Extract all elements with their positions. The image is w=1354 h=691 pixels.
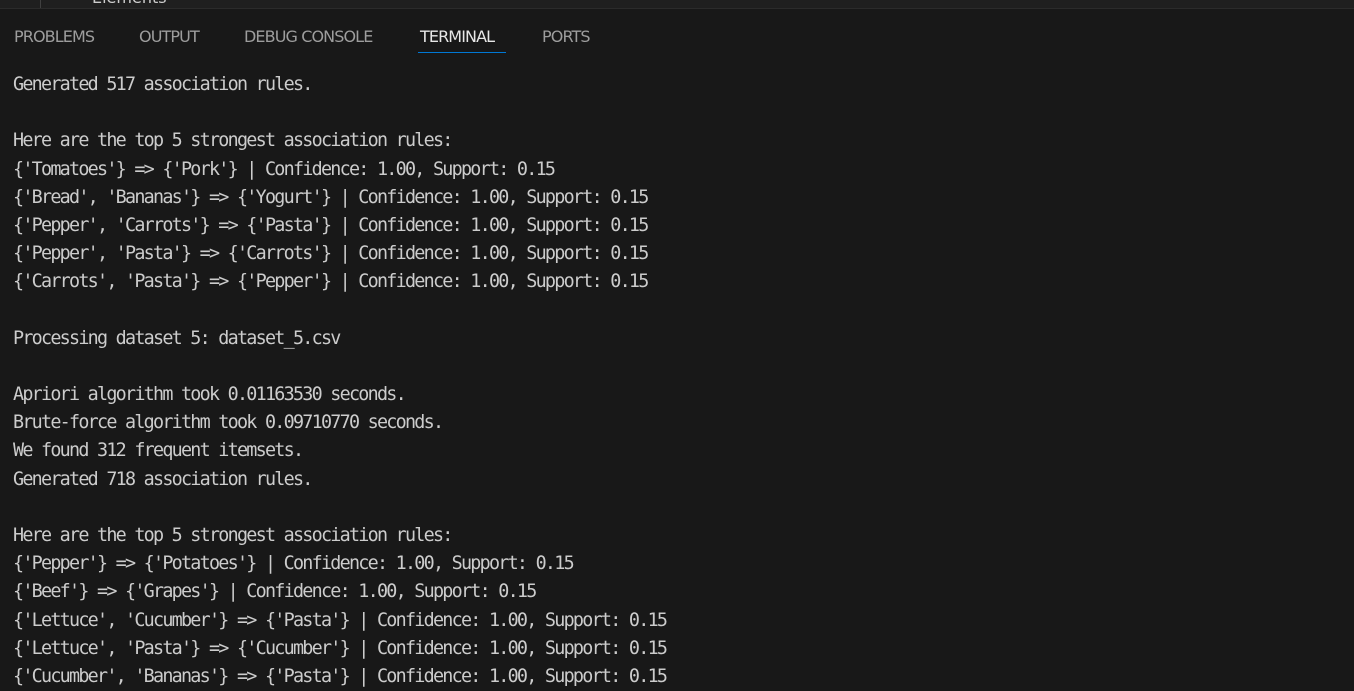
terminal-line: Apriori algorithm took 0.01163530 second… bbox=[13, 384, 407, 406]
terminal-line: Here are the top 5 strongest association… bbox=[13, 525, 453, 546]
terminal-line: Brute-force algorithm took 0.09710770 se… bbox=[13, 412, 444, 434]
terminal-line: {'Beef'} => {'Grapes'} | Confidence: 1.0… bbox=[13, 581, 537, 603]
terminal-line: {'Pepper', 'Pasta'} => {'Carrots'} | Con… bbox=[13, 243, 649, 265]
terminal-line: {'Bread', 'Bananas'} => {'Yogurt'} | Con… bbox=[13, 186, 649, 208]
terminal-line: We found 312 frequent itemsets. bbox=[13, 440, 304, 462]
terminal-line: {'Carrots', 'Pasta'} => {'Pepper'} | Con… bbox=[13, 271, 649, 293]
terminal-line: Generated 718 association rules. bbox=[13, 468, 313, 490]
tab-terminal[interactable]: TERMINAL bbox=[420, 27, 495, 47]
panel-tab-bar: PROBLEMS OUTPUT DEBUG CONSOLE TERMINAL P… bbox=[0, 9, 1354, 65]
terminal-line: {'Cucumber', 'Bananas'} => {'Pasta'} | C… bbox=[13, 665, 668, 687]
terminal-line: Here are the top 5 strongest association… bbox=[13, 130, 453, 152]
tab-problems[interactable]: PROBLEMS bbox=[14, 27, 95, 47]
terminal-line: {'Pepper', 'Carrots'} => {'Pasta'} | Con… bbox=[13, 214, 649, 236]
editor-area: Elements bbox=[0, 0, 1354, 8]
indent-guide bbox=[40, 0, 41, 8]
terminal-line: {'Lettuce', 'Pasta'} => {'Cucumber'} | C… bbox=[13, 637, 668, 659]
terminal-line: Generated 517 association rules. bbox=[13, 74, 313, 95]
editor-code-line: Elements bbox=[92, 0, 167, 8]
terminal-line: {'Pepper'} => {'Potatoes'} | Confidence:… bbox=[13, 553, 575, 575]
tab-debug-console[interactable]: DEBUG CONSOLE bbox=[244, 27, 373, 47]
terminal-output[interactable]: Generated 517 association rules. Here are… bbox=[13, 71, 1343, 691]
terminal-line: Processing dataset 5: dataset_5.csv bbox=[13, 327, 341, 349]
terminal-line: {'Tomatoes'} => {'Pork'} | Confidence: 1… bbox=[13, 158, 556, 180]
bottom-panel: PROBLEMS OUTPUT DEBUG CONSOLE TERMINAL P… bbox=[0, 8, 1354, 691]
tab-output[interactable]: OUTPUT bbox=[139, 27, 200, 47]
tab-ports[interactable]: PORTS bbox=[542, 27, 591, 47]
active-tab-indicator bbox=[418, 52, 506, 53]
terminal-line: {'Lettuce', 'Cucumber'} => {'Pasta'} | C… bbox=[13, 609, 668, 631]
